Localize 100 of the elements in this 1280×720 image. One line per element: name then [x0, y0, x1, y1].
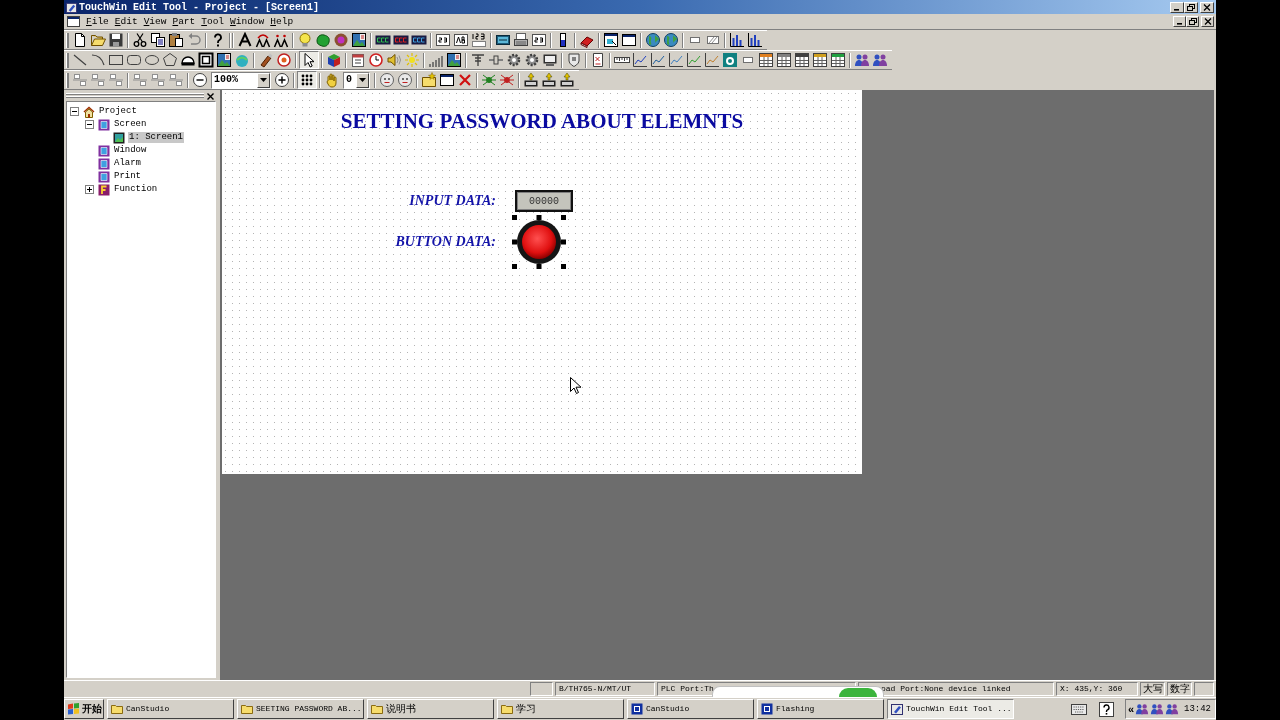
taskbar-button[interactable]: CanStudio	[107, 699, 234, 719]
expand-icon[interactable]	[85, 185, 94, 194]
taskbar-button[interactable]: 学习	[497, 699, 624, 719]
dot-icon[interactable]	[333, 32, 349, 48]
window-icon[interactable]	[621, 32, 637, 48]
face-icon[interactable]	[397, 72, 413, 88]
text-arc-icon[interactable]	[255, 32, 271, 48]
collapse-icon[interactable]	[70, 107, 79, 116]
frame-icon[interactable]	[198, 52, 214, 68]
menu-item[interactable]: Help	[267, 15, 297, 28]
numeric-display[interactable]: 00000	[515, 190, 573, 212]
window-icon[interactable]	[439, 72, 455, 88]
line-chart-icon[interactable]	[686, 52, 702, 68]
align-icon[interactable]	[108, 72, 124, 88]
align-icon[interactable]	[150, 72, 166, 88]
delete-icon[interactable]	[457, 72, 473, 88]
table-icon[interactable]	[758, 52, 774, 68]
align-icon[interactable]	[132, 72, 148, 88]
keyboard-icon[interactable]	[1071, 703, 1087, 715]
calendar-icon[interactable]	[350, 52, 366, 68]
brush-icon[interactable]	[258, 52, 274, 68]
globe-icon[interactable]	[645, 32, 661, 48]
document-icon[interactable]	[67, 16, 80, 27]
clipboard-icon[interactable]	[168, 32, 184, 48]
tree-item[interactable]: Project	[98, 106, 138, 117]
upload-box-icon[interactable]	[559, 72, 575, 88]
selection-handle[interactable]	[561, 264, 566, 269]
ring-tile-icon[interactable]	[722, 52, 738, 68]
gear-icon[interactable]	[524, 52, 540, 68]
tray-toggle[interactable]: «	[1128, 703, 1135, 715]
zoom-out-icon[interactable]	[192, 72, 208, 88]
gear-icon[interactable]	[506, 52, 522, 68]
tree-item[interactable]: Alarm	[113, 158, 142, 169]
image-icon[interactable]	[216, 52, 232, 68]
selection-handle[interactable]	[512, 239, 517, 245]
shield-icon[interactable]	[566, 52, 582, 68]
ellipse-icon[interactable]	[144, 52, 160, 68]
selection-handle[interactable]	[512, 264, 517, 269]
people-icon[interactable]	[1150, 702, 1165, 716]
printer-icon[interactable]	[513, 32, 529, 48]
tree-item[interactable]: Screen	[113, 119, 148, 130]
menu-item[interactable]: Tool	[198, 15, 228, 28]
selection-handle[interactable]	[561, 215, 566, 220]
bug-icon[interactable]	[481, 72, 497, 88]
taskbar-button[interactable]: 说明书	[367, 699, 494, 719]
clock-icon[interactable]	[368, 52, 384, 68]
image-icon[interactable]	[351, 32, 367, 48]
cube-icon[interactable]	[326, 52, 342, 68]
taskbar-button[interactable]: Flashing	[757, 699, 884, 719]
table-icon[interactable]	[830, 52, 846, 68]
caret-icon[interactable]	[359, 78, 366, 82]
upload-box-icon[interactable]	[523, 72, 539, 88]
line-chart-icon[interactable]	[632, 52, 648, 68]
align-icon[interactable]	[90, 72, 106, 88]
post-icon[interactable]	[470, 52, 486, 68]
face-icon[interactable]	[379, 72, 395, 88]
menu-item[interactable]: Part	[169, 15, 199, 28]
folder-star-icon[interactable]	[421, 72, 437, 88]
menu-item[interactable]: Edit	[111, 15, 141, 28]
help-icon[interactable]	[1099, 701, 1114, 717]
zoom-in-icon[interactable]	[274, 72, 290, 88]
save-icon[interactable]	[108, 32, 124, 48]
folder-icon[interactable]	[90, 32, 106, 48]
menu-item[interactable]: File	[83, 15, 112, 28]
table-icon[interactable]	[794, 52, 810, 68]
hand-icon[interactable]	[324, 72, 340, 88]
grip-icon[interactable]	[66, 72, 69, 88]
panel-icon[interactable]	[495, 32, 511, 48]
align-icon[interactable]	[72, 72, 88, 88]
slider-icon[interactable]	[488, 52, 504, 68]
rounded-rectangle-icon[interactable]	[126, 52, 142, 68]
people-icon[interactable]	[854, 52, 870, 68]
document-icon[interactable]	[590, 52, 606, 68]
people-icon[interactable]	[1135, 702, 1150, 716]
selection-handle[interactable]	[561, 239, 566, 245]
selection-handle[interactable]	[536, 215, 542, 220]
blob-icon[interactable]	[315, 32, 331, 48]
start-button[interactable]: 开始	[64, 699, 104, 719]
caret-icon[interactable]	[260, 78, 267, 82]
target-icon[interactable]	[276, 52, 292, 68]
text-icon[interactable]	[237, 32, 253, 48]
text-box-icon[interactable]	[453, 32, 469, 48]
number-box-icon[interactable]	[531, 32, 547, 48]
collapse-icon[interactable]	[85, 120, 94, 129]
rectangle-icon[interactable]	[108, 52, 124, 68]
people-icon[interactable]	[1165, 702, 1180, 716]
grip-icon[interactable]	[66, 52, 69, 68]
tree-item[interactable]: 1: Screen1	[128, 132, 184, 143]
copy-icon[interactable]	[150, 32, 166, 48]
taskbar-button[interactable]: CanStudio	[627, 699, 754, 719]
layer-combo[interactable]: 0	[343, 71, 370, 89]
round-button[interactable]	[517, 220, 561, 264]
line-chart-icon[interactable]	[650, 52, 666, 68]
bar-chart-icon[interactable]	[729, 32, 745, 48]
table-icon[interactable]	[812, 52, 828, 68]
line-chart-icon[interactable]	[704, 52, 720, 68]
line-icon[interactable]	[72, 52, 88, 68]
pentagon-icon[interactable]	[162, 52, 178, 68]
taskbar-button[interactable]: SEETING PASSWORD AB...	[237, 699, 364, 719]
bug-icon[interactable]	[499, 72, 515, 88]
